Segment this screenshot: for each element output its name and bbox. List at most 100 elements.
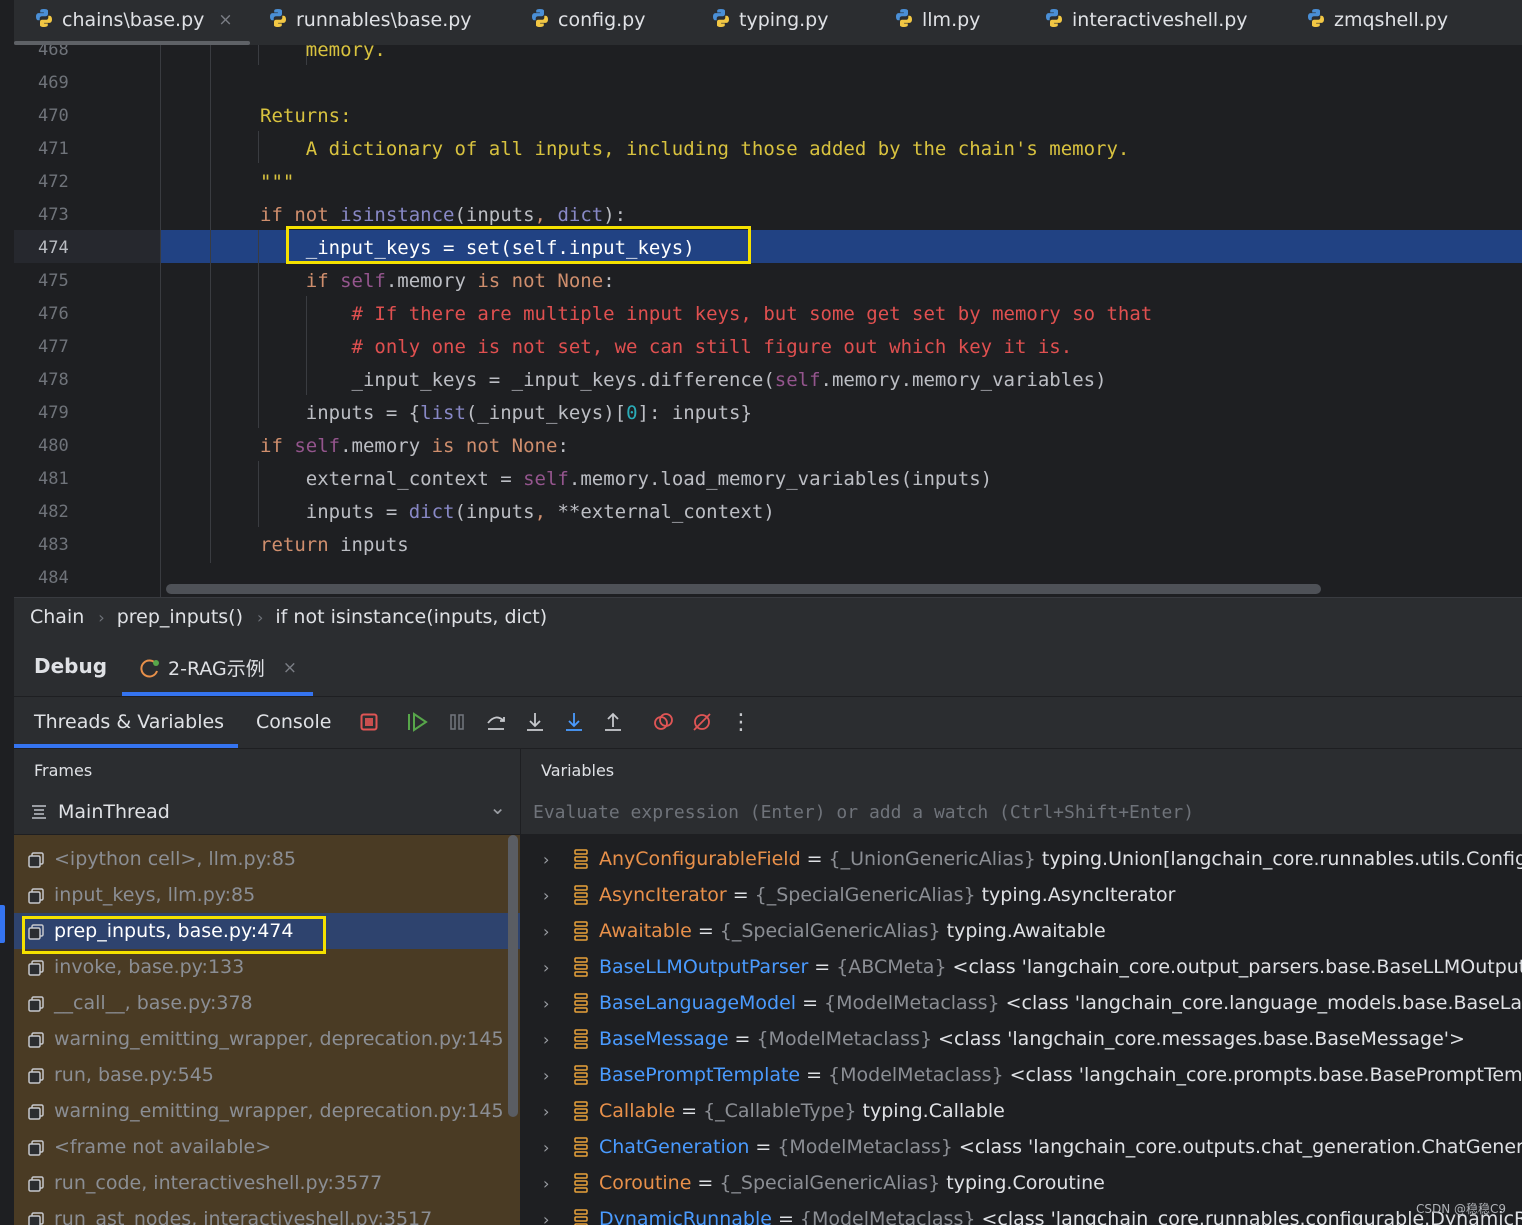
tab-threads-variables[interactable]: Threads & Variables	[34, 711, 224, 733]
frame-row[interactable]: warning_emitting_wrapper, deprecation.py…	[14, 1021, 520, 1057]
pause-icon[interactable]	[444, 709, 470, 735]
variable-row[interactable]: › BaseMessage = {ModelMetaclass} <class 'lan…	[521, 1021, 1465, 1057]
frame-row[interactable]: invoke, base.py:133	[14, 949, 520, 985]
chevron-right-icon[interactable]: ›	[543, 994, 559, 1013]
line-number[interactable]: 479	[38, 403, 69, 423]
line-number[interactable]: 474	[38, 238, 69, 258]
tab-runnables-base[interactable]: runnables\base.py	[268, 0, 472, 40]
stop-icon[interactable]	[356, 709, 382, 735]
tab-chains-base[interactable]: chains\base.py ×	[34, 0, 233, 40]
frame-row[interactable]: <ipython cell>, llm.py:85	[14, 841, 520, 877]
variable-row[interactable]: › AnyConfigurableField = {_UnionGenericAlia…	[521, 841, 1522, 877]
frames-scrollbar[interactable]	[508, 835, 518, 1117]
indent-guide	[258, 461, 259, 527]
frame-row[interactable]: run_code, interactiveshell.py:3577	[14, 1165, 520, 1201]
more-options-icon[interactable]: ⋮	[728, 709, 754, 735]
tab-label: chains\base.py	[62, 9, 205, 31]
step-into-icon[interactable]	[522, 709, 548, 735]
chevron-right-icon[interactable]: ›	[543, 1066, 559, 1085]
active-run-tab-indicator	[122, 692, 313, 696]
chevron-right-icon[interactable]: ›	[543, 850, 559, 869]
breadcrumb-item[interactable]: prep_inputs()	[117, 606, 243, 628]
variable-row[interactable]: › BaseLanguageModel = {ModelMetaclass} <clas…	[521, 985, 1522, 1021]
chevron-right-icon[interactable]: ›	[543, 958, 559, 977]
line-number[interactable]: 482	[38, 502, 69, 522]
chevron-right-icon[interactable]: ›	[543, 1030, 559, 1049]
chevron-right-icon[interactable]: ›	[543, 1210, 559, 1225]
line-number[interactable]: 473	[38, 205, 69, 225]
frame-row[interactable]: __call__, base.py:378	[14, 985, 520, 1021]
indent-guide	[258, 131, 259, 163]
line-number[interactable]: 469	[38, 73, 69, 93]
variable-row[interactable]: › BasePromptTemplate = {ModelMetaclass} <cla…	[521, 1057, 1522, 1093]
chevron-right-icon[interactable]: ›	[543, 886, 559, 905]
variable-row[interactable]: › Coroutine = {_SpecialGenericAlias} typing.…	[521, 1165, 1105, 1201]
frame-row[interactable]: run, base.py:545	[14, 1057, 520, 1093]
variable-row[interactable]: › Callable = {_CallableType} typing.Callable	[521, 1093, 1005, 1129]
thread-selector[interactable]: MainThread ⌄	[14, 791, 520, 835]
tab-config[interactable]: config.py	[530, 0, 646, 40]
gutter-separator	[160, 45, 161, 597]
line-number[interactable]: 476	[38, 304, 69, 324]
evaluate-expression-field[interactable]	[521, 791, 1522, 835]
variables-tree[interactable]: › AnyConfigurableField = {_UnionGenericAlia…	[521, 835, 1522, 1225]
frame-row[interactable]: input_keys, llm.py:85	[14, 877, 520, 913]
frame-label: warning_emitting_wrapper, deprecation.py…	[54, 1028, 504, 1050]
frame-row[interactable]: <frame not available>	[14, 1129, 520, 1165]
frame-row[interactable]: warning_emitting_wrapper, deprecation.py…	[14, 1093, 520, 1129]
line-number[interactable]: 481	[38, 469, 69, 489]
variable-row[interactable]: › BaseLLMOutputParser = {ABCMeta} <class 'la…	[521, 949, 1522, 985]
variable-row[interactable]: › ChatGeneration = {ModelMetaclass} <class '…	[521, 1129, 1522, 1165]
frame-label: input_keys, llm.py:85	[54, 884, 256, 906]
horizontal-scrollbar[interactable]	[166, 584, 1321, 594]
variable-equals: =	[814, 956, 831, 978]
frame-row[interactable]: run_ast_nodes, interactiveshell.py:3517	[14, 1201, 520, 1225]
tab-typing[interactable]: typing.py	[711, 0, 828, 40]
view-breakpoints-icon[interactable]	[650, 709, 676, 735]
breadcrumb-item[interactable]: Chain	[30, 606, 84, 628]
run-config-tab[interactable]: 2-RAG示例 ×	[140, 654, 297, 681]
line-number[interactable]: 477	[38, 337, 69, 357]
frames-list[interactable]: <ipython cell>, llm.py:85 input_keys, llm…	[14, 835, 520, 1225]
line-number[interactable]: 470	[38, 106, 69, 126]
chevron-right-icon[interactable]: ›	[543, 922, 559, 941]
step-over-icon[interactable]	[483, 709, 509, 735]
variable-value: typing.Coroutine	[946, 1172, 1105, 1194]
tab-interactiveshell[interactable]: interactiveshell.py	[1044, 0, 1248, 40]
chevron-right-icon[interactable]: ›	[543, 1138, 559, 1157]
close-icon[interactable]: ×	[218, 10, 232, 30]
code-line-476: # If there are multiple input keys, but …	[260, 303, 1153, 325]
frame-icon	[28, 1211, 44, 1225]
step-into-my-code-icon[interactable]	[561, 709, 587, 735]
variable-row[interactable]: › AsyncIterator = {_SpecialGenericAlias} typ…	[521, 877, 1175, 913]
breadcrumb-item[interactable]: if not isinstance(inputs, dict)	[275, 606, 547, 628]
code-line-472: """	[260, 171, 295, 193]
step-out-icon[interactable]	[600, 709, 626, 735]
variable-row[interactable]: › Awaitable = {_SpecialGenericAlias} typing.…	[521, 913, 1106, 949]
line-number[interactable]: 484	[38, 568, 69, 588]
resume-icon[interactable]	[404, 709, 430, 735]
tab-llm[interactable]: llm.py	[894, 0, 980, 40]
line-number[interactable]: 468	[38, 45, 69, 60]
code-editor[interactable]: 468 469 470 471 472 473 474 475 476 477 478 479 480 4…	[14, 45, 1522, 597]
mute-breakpoints-icon[interactable]	[689, 709, 715, 735]
line-number[interactable]: 475	[38, 271, 69, 291]
variable-type: {_SpecialGenericAlias}	[719, 920, 941, 942]
code-line-482: inputs = dict(inputs, **external_context…	[260, 501, 775, 523]
chevron-right-icon[interactable]: ›	[543, 1174, 559, 1193]
variables-header-label: Variables	[541, 761, 615, 780]
variable-name: Coroutine	[599, 1172, 692, 1194]
line-number[interactable]: 483	[38, 535, 69, 555]
close-icon[interactable]: ×	[283, 658, 297, 678]
line-number[interactable]: 472	[38, 172, 69, 192]
chevron-down-icon[interactable]: ⌄	[489, 795, 506, 819]
variable-name: BaseMessage	[599, 1028, 729, 1050]
tab-zmqshell[interactable]: zmqshell.py	[1306, 0, 1448, 40]
chevron-right-icon[interactable]: ›	[543, 1102, 559, 1121]
variable-row[interactable]: › DynamicRunnable = {ModelMetaclass} <class …	[521, 1201, 1522, 1225]
tab-console[interactable]: Console	[256, 711, 331, 733]
line-number[interactable]: 480	[38, 436, 69, 456]
evaluate-expression-input[interactable]	[521, 791, 1522, 834]
line-number[interactable]: 478	[38, 370, 69, 390]
line-number[interactable]: 471	[38, 139, 69, 159]
